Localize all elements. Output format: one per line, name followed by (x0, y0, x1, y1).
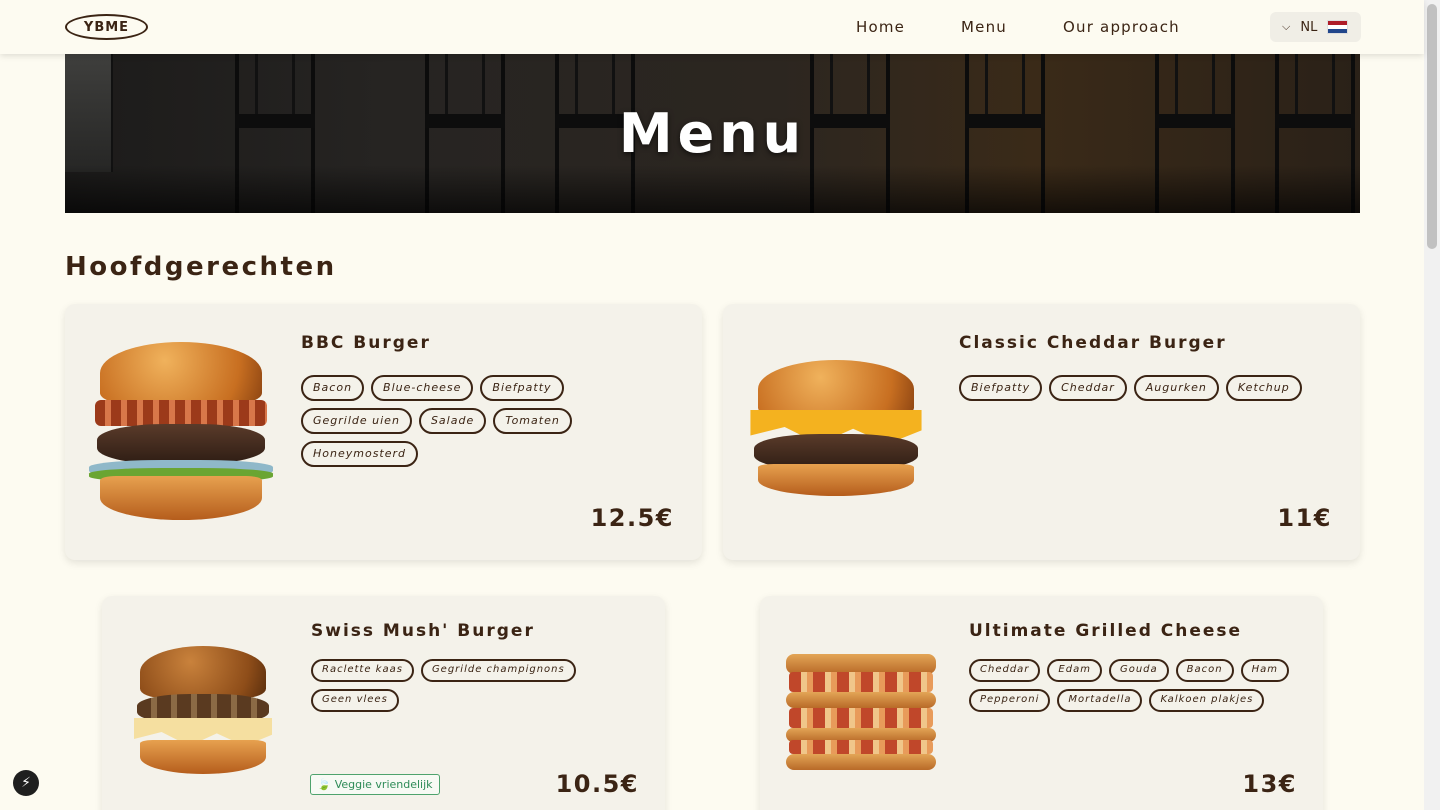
leaf-icon: 🍃 (317, 778, 331, 791)
ingredient-tag: Kalkoen plakjes (1149, 689, 1265, 712)
ingredient-tag: Biefpatty (959, 375, 1043, 401)
ingredient-tag: Pepperoni (969, 689, 1051, 712)
ingredient-tag: Tomaten (493, 408, 572, 434)
item-price: 13€ (1242, 770, 1297, 798)
hero-floor (65, 165, 1360, 213)
scrollbar-thumb[interactable] (1427, 4, 1437, 249)
item-price: 12.5€ (590, 504, 674, 532)
ingredient-tag: Raclette kaas (311, 659, 414, 682)
ingredient-tag: Gegrilde champignons (420, 659, 576, 682)
item-name: Ultimate Grilled Cheese (969, 621, 1243, 641)
ingredient-tag: Honeymosterd (301, 441, 419, 467)
ingredient-tag: Ketchup (1225, 375, 1302, 401)
ingredient-tag: Mortadella (1057, 689, 1143, 712)
nav-home-link[interactable]: Home (856, 18, 905, 36)
ingredient-tag: Augurken (1133, 375, 1219, 401)
item-price: 10.5€ (555, 770, 639, 798)
veggie-badge: 🍃 Veggie vriendelijk (310, 774, 440, 795)
ingredient-tag: Bacon (301, 375, 365, 401)
menu-card-ultimate-grilled-cheese[interactable]: Ultimate Grilled Cheese Cheddar Edam Gou… (760, 596, 1323, 810)
page: YBME Home Menu Our approach ⌵ NL Menu Ho… (0, 0, 1440, 810)
ingredient-tag: Salade (418, 408, 487, 434)
logo[interactable]: YBME (65, 14, 148, 40)
nav-menu-link[interactable]: Menu (961, 18, 1007, 36)
ingredient-tags: Biefpatty Cheddar Augurken Ketchup (959, 375, 1339, 401)
ingredient-tag: Cheddar (1049, 375, 1127, 401)
language-code: NL (1300, 19, 1318, 35)
menu-card-bbc-burger[interactable]: BBC Burger Bacon Blue-cheese Biefpatty G… (65, 304, 702, 560)
item-price: 11€ (1277, 504, 1332, 532)
hero-title: Menu (618, 102, 807, 165)
ingredient-tag: Edam (1047, 659, 1102, 682)
ingredient-tag: Blue-cheese (371, 375, 474, 401)
ingredient-tag: Gouda (1108, 659, 1169, 682)
site-header: YBME Home Menu Our approach ⌵ NL (0, 0, 1424, 54)
ultimate-grilled-cheese-image (786, 654, 936, 772)
item-name: Classic Cheddar Burger (959, 333, 1227, 353)
item-name: BBC Burger (301, 333, 431, 353)
veggie-badge-label: Veggie vriendelijk (334, 778, 433, 791)
menu-card-swiss-mush-burger[interactable]: Swiss Mush' Burger Raclette kaas Gegrild… (102, 596, 665, 810)
ingredient-tag: Bacon (1175, 659, 1234, 682)
swiss-mush-burger-image (128, 646, 278, 778)
ingredient-tags: Raclette kaas Gegrilde champignons Geen … (311, 659, 581, 712)
ingredient-tag: Biefpatty (480, 375, 564, 401)
ingredient-tag: Cheddar (969, 659, 1041, 682)
ingredient-tags: Bacon Blue-cheese Biefpatty Gegrilde uie… (301, 375, 601, 467)
menu-card-classic-cheddar-burger[interactable]: Classic Cheddar Burger Biefpatty Cheddar… (723, 304, 1360, 560)
nav-our-approach-link[interactable]: Our approach (1063, 18, 1180, 36)
ingredient-tag: Gegrilde uien (301, 408, 412, 434)
section-title: Hoofdgerechten (65, 252, 337, 282)
bbc-burger-image (85, 342, 277, 524)
chevron-down-icon: ⌵ (1282, 20, 1291, 33)
ingredient-tag: Ham (1240, 659, 1289, 682)
hero-banner: Menu (65, 54, 1360, 213)
language-selector[interactable]: ⌵ NL (1270, 12, 1361, 42)
ingredient-tag: Geen vlees (311, 689, 399, 712)
netherlands-flag-icon (1327, 20, 1349, 34)
ingredient-tags: Cheddar Edam Gouda Bacon Ham Pepperoni M… (969, 659, 1299, 712)
lightning-icon[interactable]: ⚡ (13, 770, 39, 796)
item-name: Swiss Mush' Burger (311, 621, 535, 641)
classic-cheddar-burger-image (743, 360, 929, 500)
